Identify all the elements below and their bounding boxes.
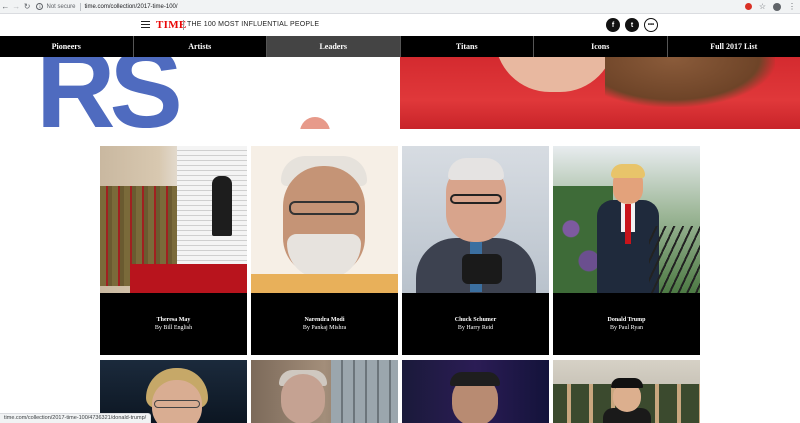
tab-titans[interactable]: Titans xyxy=(401,36,534,57)
site-tagline: THE 100 MOST INFLUENTIAL PEOPLE xyxy=(187,21,320,28)
tab-icons[interactable]: Icons xyxy=(534,36,668,57)
card-theresa-may[interactable]: Theresa May By Bill English xyxy=(100,146,247,355)
hero-decoration xyxy=(300,117,330,129)
tab-leaders[interactable]: Leaders xyxy=(267,36,401,57)
card-caption[interactable]: Narendra Modi By Pankaj Mishra xyxy=(251,293,398,355)
extension-icon[interactable] xyxy=(744,3,752,10)
address-divider xyxy=(79,2,81,11)
card-narendra-modi[interactable]: Narendra Modi By Pankaj Mishra xyxy=(251,146,398,355)
tab-artists[interactable]: Artists xyxy=(134,36,267,57)
card-caption[interactable]: Chuck Schumer By Harry Reid xyxy=(402,293,549,355)
browser-toolbar: ← → ↻ i Not secure time.com/collection/2… xyxy=(0,0,800,14)
url-text[interactable]: time.com/collection/2017-time-100/ xyxy=(85,4,178,10)
browser-menu-icon[interactable]: ⋮ xyxy=(788,2,796,11)
time-logo[interactable]: TIME xyxy=(156,19,187,31)
twitter-icon[interactable]: t xyxy=(625,18,639,32)
card-chuck-schumer[interactable]: Chuck Schumer By Harry Reid xyxy=(402,146,549,355)
card-byline: By Pankaj Mishra xyxy=(302,325,347,331)
card-row2-2[interactable] xyxy=(251,360,398,423)
card-name[interactable]: Narendra Modi xyxy=(304,316,344,324)
portrait-narendra-modi[interactable] xyxy=(251,146,398,293)
card-donald-trump[interactable]: Donald Trump By Paul Ryan xyxy=(553,146,700,355)
forward-icon[interactable]: → xyxy=(11,1,22,13)
card-row2-4[interactable] xyxy=(553,360,700,423)
category-tabs: Pioneers Artists Leaders Titans Icons Fu… xyxy=(0,36,800,57)
account-icon[interactable] xyxy=(773,2,782,11)
portrait-chuck-schumer[interactable] xyxy=(402,146,549,293)
portrait-theresa-may[interactable] xyxy=(100,146,247,293)
info-icon[interactable]: i xyxy=(36,3,44,10)
facebook-icon[interactable]: f xyxy=(606,18,620,32)
card-caption[interactable]: Donald Trump By Paul Ryan xyxy=(553,293,700,355)
card-name[interactable]: Donald Trump xyxy=(608,316,646,324)
address-bar[interactable]: i Not secure time.com/collection/2017-ti… xyxy=(36,1,744,13)
logo-divider xyxy=(183,20,184,30)
hero-banner: RS xyxy=(0,57,800,129)
back-icon[interactable]: ← xyxy=(0,1,11,13)
status-bar-link: time.com/collection/2017-time-100/473632… xyxy=(0,413,152,423)
portrait-row2-4[interactable] xyxy=(553,360,700,423)
bookmark-star-icon[interactable]: ☆ xyxy=(759,2,766,11)
card-byline: By Paul Ryan xyxy=(609,325,644,331)
portrait-row2-3[interactable] xyxy=(402,360,549,423)
card-name[interactable]: Theresa May xyxy=(157,316,191,324)
portrait-donald-trump[interactable] xyxy=(553,146,700,293)
hero-photo xyxy=(400,57,800,129)
portrait-row2-2[interactable] xyxy=(251,360,398,423)
card-caption[interactable]: Theresa May By Bill English xyxy=(100,293,247,355)
tab-pioneers[interactable]: Pioneers xyxy=(0,36,134,57)
hero-letters: RS xyxy=(36,57,183,129)
more-share-icon[interactable]: ••• xyxy=(644,18,658,32)
tab-full-list[interactable]: Full 2017 List xyxy=(668,36,800,57)
card-byline: By Harry Reid xyxy=(457,325,494,331)
site-header: TIME THE 100 MOST INFLUENTIAL PEOPLE f t… xyxy=(0,14,800,36)
hamburger-menu-icon[interactable] xyxy=(141,21,150,28)
reload-icon[interactable]: ↻ xyxy=(22,1,33,13)
card-byline: By Bill English xyxy=(154,325,193,331)
card-name[interactable]: Chuck Schumer xyxy=(455,316,497,324)
security-label: Not secure xyxy=(46,3,76,10)
card-row2-3[interactable] xyxy=(402,360,549,423)
